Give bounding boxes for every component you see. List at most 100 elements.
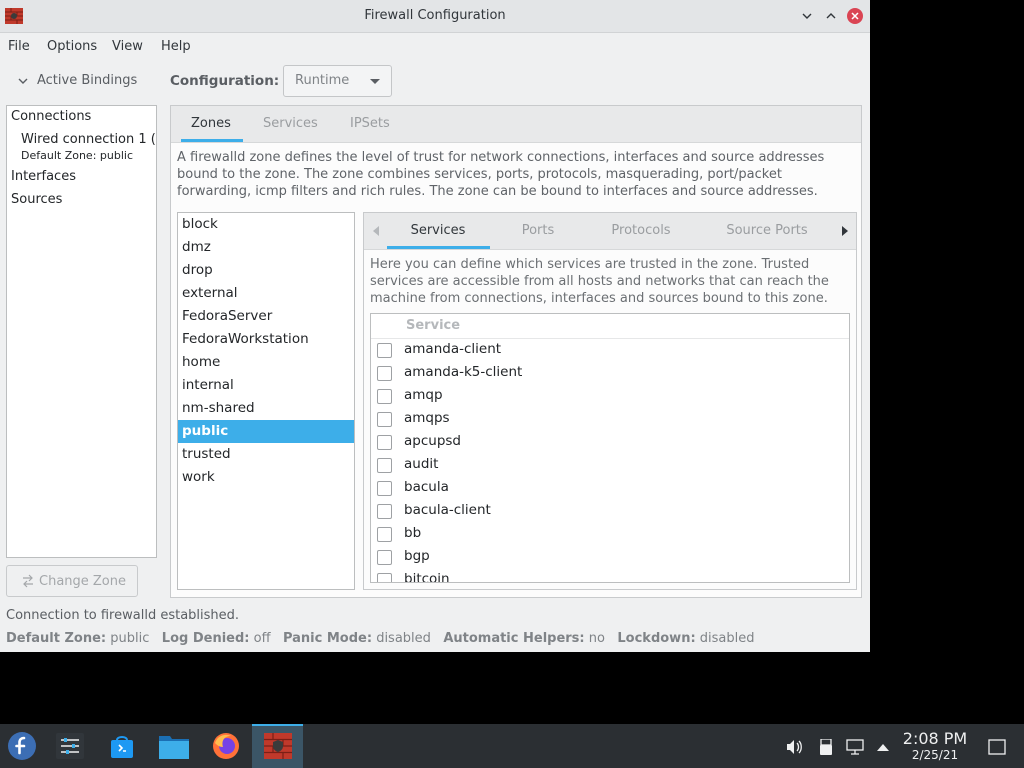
status-message: Connection to firewalld established. bbox=[6, 608, 240, 623]
binding-default-zone: Default Zone: public bbox=[21, 149, 133, 162]
zone-item[interactable]: public bbox=[178, 420, 354, 443]
log-denied-label: Log Denied: bbox=[161, 631, 250, 646]
service-row[interactable]: bacula-client bbox=[371, 500, 849, 523]
menu-file[interactable]: File bbox=[8, 39, 30, 54]
network-icon[interactable] bbox=[846, 738, 864, 756]
zone-item[interactable]: drop bbox=[178, 259, 354, 282]
service-row[interactable]: bgp bbox=[371, 546, 849, 569]
clock-time[interactable]: 2:08 PM bbox=[900, 729, 970, 748]
zone-tab-ports[interactable]: Ports bbox=[522, 223, 555, 238]
zone-item[interactable]: dmz bbox=[178, 236, 354, 259]
service-row[interactable]: bb bbox=[371, 523, 849, 546]
services-list: Service amanda-client amanda-k5-client amq… bbox=[370, 313, 850, 583]
bindings-interfaces[interactable]: Interfaces bbox=[11, 169, 76, 184]
bindings-list: Connections Wired connection 1 ( Default… bbox=[6, 105, 157, 558]
change-zone-button[interactable]: Change Zone bbox=[6, 565, 138, 597]
service-row[interactable]: amanda-k5-client bbox=[371, 362, 849, 385]
service-row[interactable]: amqps bbox=[371, 408, 849, 431]
service-row[interactable]: amanda-client bbox=[371, 339, 849, 362]
expand-tray-icon[interactable] bbox=[874, 738, 892, 756]
file-manager-icon[interactable] bbox=[159, 732, 189, 760]
active-bindings-toggle[interactable]: Active Bindings bbox=[17, 73, 137, 88]
firefox-icon[interactable] bbox=[211, 732, 241, 760]
transfer-arrows-icon bbox=[23, 574, 33, 588]
service-name: bgp bbox=[404, 548, 430, 564]
service-checkbox[interactable] bbox=[377, 458, 392, 473]
bindings-sources[interactable]: Sources bbox=[11, 192, 62, 207]
minimize-button[interactable] bbox=[799, 8, 815, 24]
binding-wired-connection[interactable]: Wired connection 1 ( bbox=[21, 132, 155, 147]
tab-zones[interactable]: Zones bbox=[191, 116, 231, 131]
service-checkbox[interactable] bbox=[377, 343, 392, 358]
menu-view[interactable]: View bbox=[112, 39, 143, 54]
service-name: amanda-client bbox=[404, 341, 502, 357]
zone-item[interactable]: block bbox=[178, 213, 354, 236]
automatic-helpers-label: Automatic Helpers: bbox=[443, 631, 585, 646]
settings-sliders-icon[interactable] bbox=[55, 732, 85, 760]
chevron-up-icon bbox=[826, 13, 836, 19]
service-checkbox[interactable] bbox=[377, 412, 392, 427]
zone-item[interactable]: FedoraServer bbox=[178, 305, 354, 328]
close-button[interactable] bbox=[847, 8, 863, 24]
title-bar: Firewall Configuration bbox=[0, 0, 870, 33]
arrow-right-icon bbox=[842, 226, 848, 236]
service-checkbox[interactable] bbox=[377, 389, 392, 404]
service-checkbox[interactable] bbox=[377, 527, 392, 542]
chevron-down-icon bbox=[802, 13, 812, 19]
service-row[interactable]: audit bbox=[371, 454, 849, 477]
service-name: audit bbox=[404, 456, 439, 472]
menu-options[interactable]: Options bbox=[47, 39, 97, 54]
service-row[interactable]: bitcoin bbox=[371, 569, 849, 582]
menu-help[interactable]: Help bbox=[161, 39, 191, 54]
zone-description: A firewalld zone defines the level of tr… bbox=[177, 150, 825, 199]
zone-item[interactable]: trusted bbox=[178, 443, 354, 466]
service-checkbox[interactable] bbox=[377, 550, 392, 565]
default-zone-label: Default Zone: bbox=[6, 631, 107, 646]
maximize-button[interactable] bbox=[823, 8, 839, 24]
tabs-scroll-left[interactable] bbox=[365, 213, 387, 249]
window-title: Firewall Configuration bbox=[364, 8, 506, 23]
clock-date[interactable]: 2/25/21 bbox=[900, 748, 970, 762]
service-name: amqps bbox=[404, 410, 450, 426]
usb-device-icon[interactable] bbox=[817, 738, 835, 756]
zone-item[interactable]: nm-shared bbox=[178, 397, 354, 420]
service-checkbox[interactable] bbox=[377, 366, 392, 381]
zone-tab-protocols[interactable]: Protocols bbox=[611, 223, 670, 238]
firewall-window: Firewall Configuration File Options View… bbox=[0, 0, 870, 652]
active-bindings-label: Active Bindings bbox=[37, 73, 138, 88]
bindings-connections[interactable]: Connections bbox=[11, 109, 91, 124]
service-name: amqp bbox=[404, 387, 443, 403]
service-row[interactable]: apcupsd bbox=[371, 431, 849, 454]
tabs-scroll-right[interactable] bbox=[834, 213, 856, 249]
volume-icon[interactable] bbox=[786, 738, 804, 756]
zone-tab-services[interactable]: Services bbox=[411, 223, 466, 238]
service-name: amanda-k5-client bbox=[404, 364, 523, 380]
service-name: apcupsd bbox=[404, 433, 461, 449]
services-description: Here you can define which services are t… bbox=[370, 257, 829, 306]
taskbar: 2:08 PM 2/25/21 bbox=[0, 724, 1024, 768]
zone-item[interactable]: external bbox=[178, 282, 354, 305]
zone-item[interactable]: home bbox=[178, 351, 354, 374]
panic-mode-value: disabled bbox=[376, 631, 431, 646]
software-store-icon[interactable] bbox=[107, 732, 137, 760]
fedora-launcher-icon[interactable] bbox=[7, 732, 37, 760]
service-checkbox[interactable] bbox=[377, 573, 392, 582]
service-checkbox[interactable] bbox=[377, 435, 392, 450]
zone-tab-source-ports[interactable]: Source Ports bbox=[726, 223, 807, 238]
services-column-header[interactable]: Service bbox=[371, 314, 849, 339]
zone-item[interactable]: work bbox=[178, 466, 354, 489]
configuration-select[interactable]: Runtime bbox=[283, 65, 392, 97]
service-checkbox[interactable] bbox=[377, 481, 392, 496]
tab-ipsets[interactable]: IPSets bbox=[350, 116, 390, 131]
service-row[interactable]: amqp bbox=[371, 385, 849, 408]
lockdown-label: Lockdown: bbox=[617, 631, 696, 646]
configuration-value: Runtime bbox=[295, 73, 350, 88]
firewall-brick-icon[interactable] bbox=[263, 732, 293, 760]
zone-item[interactable]: internal bbox=[178, 374, 354, 397]
show-desktop-icon[interactable] bbox=[988, 738, 1006, 756]
service-checkbox[interactable] bbox=[377, 504, 392, 519]
automatic-helpers-value: no bbox=[588, 631, 605, 646]
zone-item[interactable]: FedoraWorkstation bbox=[178, 328, 354, 351]
service-row[interactable]: bacula bbox=[371, 477, 849, 500]
tab-services[interactable]: Services bbox=[263, 116, 318, 131]
